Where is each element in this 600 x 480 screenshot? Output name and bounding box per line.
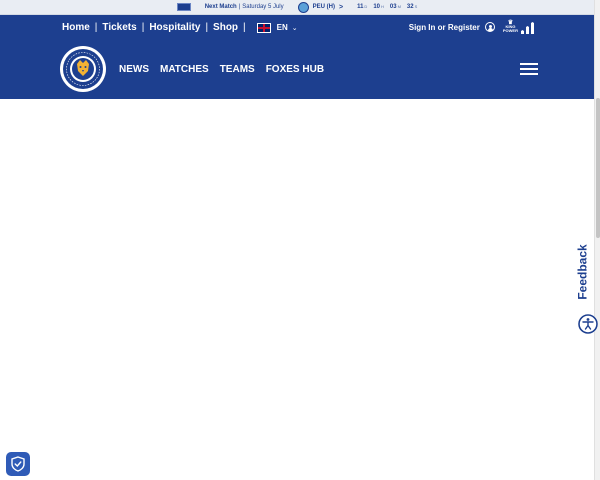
competition-badge-icon — [176, 3, 191, 11]
signin-register-link[interactable]: Sign In or Register — [409, 23, 480, 32]
uk-flag-icon[interactable] — [256, 22, 271, 33]
utility-link-home[interactable]: Home — [62, 22, 90, 33]
countdown-seconds: 32S — [406, 4, 418, 10]
nav-item-news[interactable]: NEWS — [119, 64, 149, 75]
next-match-bar[interactable]: Next Match | Saturday 5 July PEU (H) > 1… — [0, 0, 594, 15]
privacy-shield-button[interactable] — [6, 452, 30, 476]
nav-item-teams[interactable]: TEAMS — [220, 64, 255, 75]
king-power-logo[interactable]: ♛ KING POWER — [503, 20, 518, 33]
club-crest-logo[interactable] — [60, 46, 106, 92]
chevron-right-icon[interactable]: > — [339, 4, 343, 11]
accessibility-icon[interactable] — [578, 314, 598, 334]
site-header: Home | Tickets | Hospitality | Shop | EN… — [0, 15, 594, 99]
language-selector[interactable]: EN — [277, 23, 288, 32]
shield-check-icon — [11, 456, 25, 472]
user-icon[interactable] — [484, 22, 495, 32]
chevron-down-icon[interactable]: ⌄ — [292, 24, 298, 32]
utility-separator: | — [205, 22, 209, 33]
utility-nav: Home | Tickets | Hospitality | Shop | EN… — [62, 22, 298, 33]
page-scrollbar[interactable] — [594, 0, 600, 480]
adidas-logo[interactable] — [520, 22, 538, 34]
next-match-opponent[interactable]: PEU (H) > — [297, 1, 343, 13]
next-match-label: Next Match — [204, 4, 237, 10]
nav-item-matches[interactable]: MATCHES — [160, 64, 209, 75]
nav-item-foxes-hub[interactable]: FOXES HUB — [266, 64, 324, 75]
next-match-date: Saturday 5 July — [242, 4, 284, 10]
utility-separator: | — [243, 22, 246, 33]
page-content — [0, 99, 594, 480]
main-nav: NEWS MATCHES TEAMS FOXES HUB — [119, 64, 324, 75]
countdown-minutes: 03M — [389, 4, 401, 10]
utility-separator: | — [94, 22, 98, 33]
countdown-hours: 10H — [373, 4, 384, 10]
feedback-tab[interactable]: Feedback — [574, 236, 592, 308]
utility-link-tickets[interactable]: Tickets — [102, 22, 136, 33]
account-area: Sign In or Register ♛ KING POWER — [409, 20, 518, 33]
opponent-crest-icon — [297, 1, 309, 13]
utility-link-shop[interactable]: Shop — [213, 22, 238, 33]
countdown-days: 11D — [357, 4, 368, 10]
utility-separator: | — [141, 22, 145, 33]
match-countdown: 11D 10H 03M 32S — [357, 4, 417, 10]
next-match-separator: | — [238, 4, 241, 10]
utility-link-hospitality[interactable]: Hospitality — [149, 22, 200, 33]
opponent-name: PEU (H) — [312, 4, 335, 10]
feedback-label: Feedback — [576, 244, 591, 300]
hamburger-menu-icon[interactable] — [520, 63, 538, 77]
scrollbar-thumb[interactable] — [596, 98, 600, 238]
